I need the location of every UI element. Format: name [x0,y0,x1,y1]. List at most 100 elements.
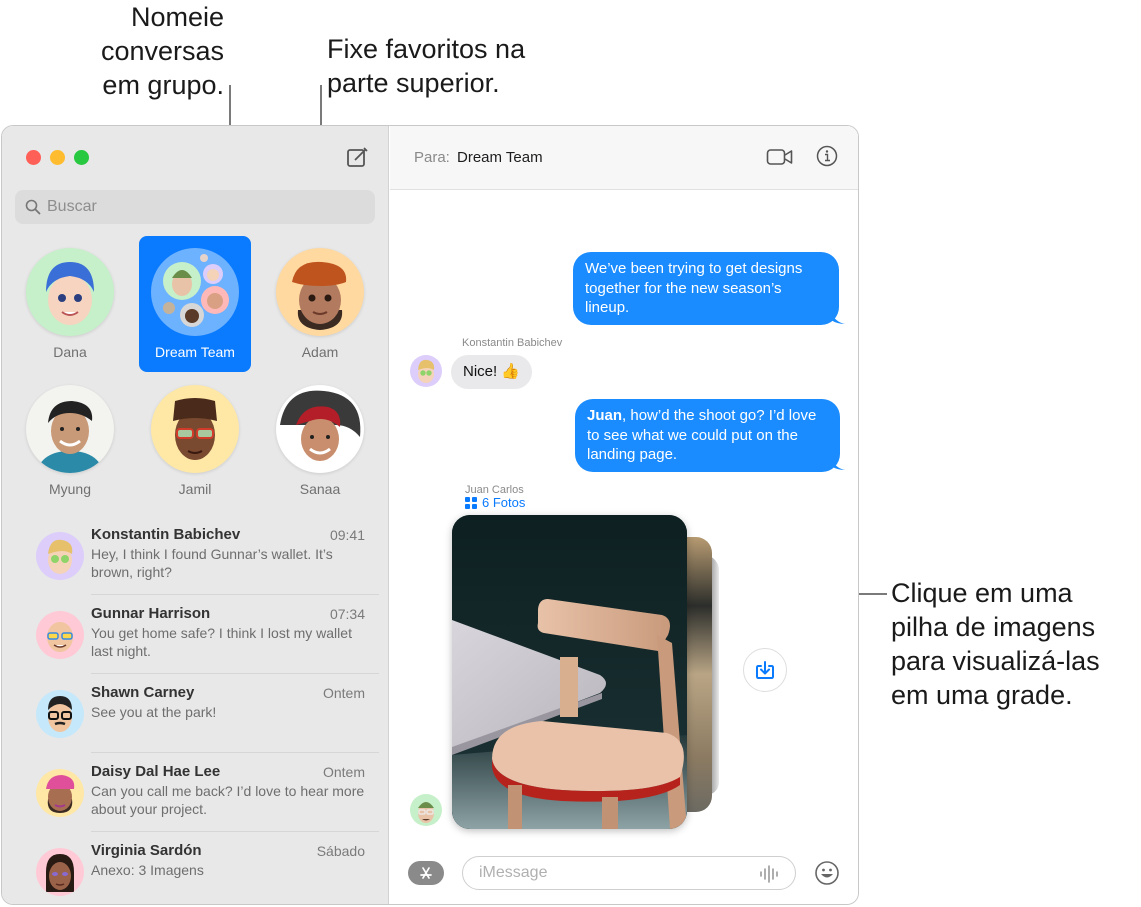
recipient-name[interactable]: Dream Team [457,149,543,166]
audio-waveform-icon[interactable] [759,864,781,884]
conversation-name: Virginia Sardón [91,842,202,859]
message-composer [390,844,858,904]
bubble-tail [831,458,845,470]
message-text: , how’d the shoot go? I’d love to see wh… [587,407,817,463]
conversation-name: Gunnar Harrison [91,605,211,622]
callout-group-names: Nomeie conversas em grupo. [86,0,224,102]
conversation-row[interactable]: Shawn Carney Ontem See you at the park! [2,674,389,753]
download-icon [756,661,774,679]
close-window-button[interactable] [26,150,41,165]
sender-avatar[interactable] [410,794,442,826]
pinned-adam[interactable]: Adam [264,236,376,372]
conversation-preview: Hey, I think I found Gunnar’s wallet. It… [91,546,333,580]
avatar [276,248,364,336]
sidebar: Dana Dream Team [2,126,389,904]
emoji-button[interactable] [814,860,840,891]
conversation-row[interactable]: Gunnar Harrison 07:34 You get home safe?… [2,595,389,674]
info-icon [816,145,838,167]
memoji-avatar-icon [173,398,217,460]
avatar [276,385,364,473]
minimize-window-button[interactable] [50,150,65,165]
chat-pane: Para: Dream Team We’ve been trying to ge… [390,126,858,904]
conversation-preview: See you at the park! [91,704,217,720]
memoji-avatar-icon [46,854,74,892]
message-bubble-outgoing[interactable]: We’ve been trying to get designs togethe… [573,252,839,325]
grid-icon [465,496,477,509]
app-store-icon [420,867,432,879]
pinned-dream-team[interactable]: Dream Team [139,236,251,372]
avatar [36,690,84,738]
callout-line: conversas [100,36,224,66]
pinned-label: Jamil [178,481,212,497]
conversation-name: Daisy Dal Hae Lee [91,763,221,780]
avatar [26,385,114,473]
callout-line: Nomeie [130,2,224,32]
pinned-label: Dream Team [155,344,235,360]
messages-window: Dana Dream Team [1,125,859,905]
callout-line: pilha de imagens [891,612,1096,642]
callout-line: Fixe favoritos na [327,34,526,64]
sender-avatar[interactable] [410,355,442,387]
conversation-time: Sábado [316,843,365,859]
conversation-row[interactable]: Konstantin Babichev 09:41 Hey, I think I… [2,516,389,595]
avatar [36,769,84,817]
callout-line: Clique em uma [891,578,1073,608]
callout-image-stack: Clique em uma pilha de imagens para visu… [891,576,1100,712]
pinned-jamil[interactable]: Jamil [139,373,251,509]
callout-line: em grupo. [102,70,224,100]
message-bubble-outgoing[interactable]: Juan, how’d the shoot go? I’d love to se… [575,399,840,472]
conversation-row[interactable]: Virginia Sardón Sábado Anexo: 3 Imagens [2,832,389,904]
conversation-name: Konstantin Babichev [91,526,241,543]
photo-thumbnail [452,515,687,829]
avatar [36,611,84,659]
pinned-myung[interactable]: Myung [14,373,126,509]
save-photos-button[interactable] [743,648,787,692]
zoom-window-button[interactable] [74,150,89,165]
image-stack[interactable] [452,515,732,831]
app-store-button[interactable] [408,861,444,885]
callout-line: para visualizá-las [891,646,1100,676]
avatar [151,385,239,473]
pinned-dana[interactable]: Dana [14,236,126,372]
sender-name: Konstantin Babichev [462,337,563,349]
search-input[interactable] [47,198,347,216]
compose-button[interactable] [345,146,369,170]
memoji-avatar-icon [418,359,435,383]
message-bubble-incoming[interactable]: Nice! 👍 [451,355,533,389]
conversation-time: Ontem [322,685,365,701]
avatar [26,248,114,336]
pinned-sanaa[interactable]: Sanaa [264,373,376,509]
memoji-avatar-icon [418,802,434,823]
memoji-avatar-icon [46,775,75,813]
conversation-preview: Can you call me back? I’d love to hear m… [91,783,365,817]
pinned-label: Dana [53,344,87,360]
imessage-field[interactable] [462,856,796,890]
memoji-avatar-icon [48,696,72,732]
callout-line: em uma grade. [891,680,1073,710]
message-text: We’ve been trying to get designs togethe… [585,260,803,316]
conversation-row[interactable]: Daisy Dal Hae Lee Ontem Can you call me … [2,753,389,832]
to-label: Para: [414,149,450,166]
pinned-label: Sanaa [299,481,341,497]
chair-photo-icon [452,515,687,829]
compose-icon [347,147,368,167]
memoji-avatar-icon [46,262,94,325]
callout-line: parte superior. [327,68,500,98]
conversation-time: 07:34 [329,606,365,622]
memoji-avatar-icon [48,539,73,574]
search-field[interactable] [15,190,375,224]
message-input[interactable] [479,857,749,889]
memoji-avatar-icon [292,261,347,330]
callout-pin-favorites: Fixe favoritos na parte superior. [327,32,525,100]
memoji-avatar-icon [47,622,73,652]
avatar [151,248,239,336]
avatar [36,848,84,896]
avatar [36,532,84,580]
facetime-button[interactable] [766,146,794,173]
message-text: Nice! 👍 [463,363,521,380]
photo-count-link[interactable]: 6 Fotos [465,495,525,510]
conversation-preview: Anexo: 3 Imagens [91,862,204,878]
mention[interactable]: Juan [587,407,622,424]
conversation-time: Ontem [322,764,365,780]
info-button[interactable] [816,145,838,172]
